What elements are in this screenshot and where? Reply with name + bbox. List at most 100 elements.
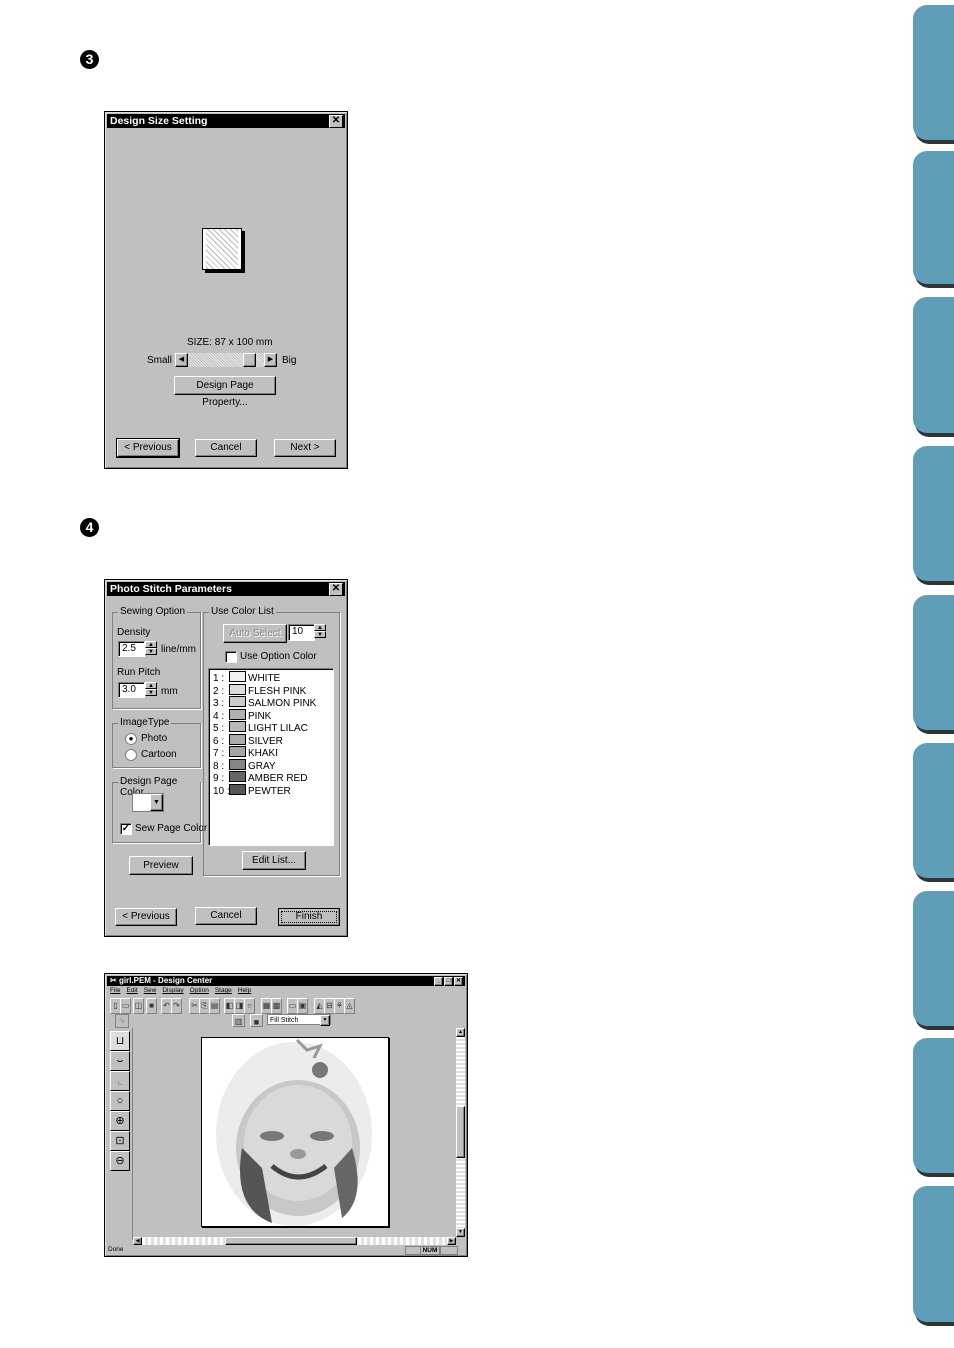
cancel-button[interactable]: Cancel: [195, 439, 257, 457]
import-icon[interactable]: ◫: [133, 998, 144, 1014]
color-list-item[interactable]: 4 : PINK: [213, 708, 271, 722]
minimize-icon[interactable]: _: [434, 977, 443, 986]
dialog-titlebar: Photo Stitch Parameters ✕: [107, 582, 345, 596]
scroll-right-icon[interactable]: ▶: [447, 1237, 456, 1245]
menu-file[interactable]: File: [110, 987, 120, 996]
zoom-out-icon[interactable]: ⊖: [110, 1151, 130, 1171]
previous-button[interactable]: < Previous: [116, 438, 180, 458]
slider-left-arrow-icon[interactable]: ◀: [175, 353, 188, 367]
design-page-property-button[interactable]: Design Page Property...: [174, 376, 276, 408]
color-list-item[interactable]: 3 : SALMON PINK: [213, 696, 316, 709]
open-file-icon[interactable]: ▭: [120, 998, 131, 1014]
horizontal-scrollbar[interactable]: ◀ ▶: [133, 1237, 456, 1245]
menu-option[interactable]: Option: [190, 987, 209, 996]
group-title: ImageType: [118, 717, 172, 728]
run-pitch-input[interactable]: 3.0: [118, 682, 145, 698]
scroll-left-icon[interactable]: ◀: [133, 1237, 142, 1245]
horizontal-scroll-thumb[interactable]: [225, 1237, 357, 1245]
color-list-item[interactable]: 1 : WHITE: [213, 671, 280, 684]
auto-select-button[interactable]: Auto Select: [223, 624, 287, 643]
line-stitch-icon[interactable]: ▥: [232, 1014, 245, 1027]
sew-page-color-label: Sew Page Color: [135, 823, 208, 834]
previous-button[interactable]: < Previous: [115, 908, 177, 926]
group-title: Use Color List: [209, 606, 276, 617]
sew-page-color-checkbox[interactable]: ✓: [120, 823, 132, 835]
line-tool-icon[interactable]: ⌞: [110, 1071, 130, 1091]
next-button[interactable]: Next >: [274, 439, 336, 457]
side-tab-7[interactable]: [913, 891, 954, 1026]
side-tab-6[interactable]: [913, 743, 954, 878]
stitch-type-value: Fill Stitch: [270, 1017, 299, 1024]
paste-icon[interactable]: ▤: [209, 998, 220, 1014]
circle-tool-icon[interactable]: ○: [110, 1091, 130, 1111]
menu-display[interactable]: Display: [162, 987, 183, 996]
side-tab-8[interactable]: [913, 1038, 954, 1173]
menu-stage[interactable]: Stage: [215, 987, 232, 996]
scroll-up-icon[interactable]: ▲: [456, 1028, 465, 1037]
slider-thumb[interactable]: [243, 353, 257, 367]
radio-photo[interactable]: ●: [125, 733, 137, 745]
color-count-input[interactable]: 10: [288, 624, 315, 641]
run-pitch-unit: mm: [161, 686, 178, 697]
radio-cartoon[interactable]: [125, 749, 137, 761]
maximize-icon[interactable]: □: [444, 977, 453, 986]
slider-right-arrow-icon[interactable]: ▶: [264, 353, 277, 367]
cancel-button[interactable]: Cancel: [195, 907, 257, 925]
density-input[interactable]: 2.5: [118, 641, 145, 657]
menu-edit[interactable]: Edit: [126, 987, 137, 996]
density-stepper[interactable]: ▲ ▼: [145, 641, 157, 655]
curve-tool-icon[interactable]: ⌣: [110, 1051, 130, 1071]
side-tab-5[interactable]: [913, 595, 954, 730]
dialog-title: Design Size Setting: [110, 115, 208, 127]
zoom-in-icon[interactable]: ⊕: [110, 1111, 130, 1131]
save-icon[interactable]: ■: [146, 998, 157, 1014]
color-swatch: [229, 733, 246, 745]
finish-button[interactable]: Finish: [278, 908, 340, 926]
color-list-item[interactable]: 6 : SILVER: [213, 733, 283, 747]
color-list-item[interactable]: 8 : GRAY: [213, 758, 276, 772]
window-titlebar: ✂ girl.PEM - Design Center _ □ ✕: [107, 976, 465, 986]
chevron-down-icon[interactable]: ▼: [150, 794, 163, 811]
design-canvas[interactable]: [133, 1028, 456, 1237]
color-list-item[interactable]: 9 : AMBER RED: [213, 771, 307, 784]
region-color-icon[interactable]: ■: [250, 1014, 263, 1027]
side-tab-1[interactable]: [913, 5, 954, 140]
color-count-stepper[interactable]: ▲ ▼: [314, 624, 326, 638]
preview-button[interactable]: Preview: [129, 856, 193, 875]
vertical-scrollbar[interactable]: ▲ ▼: [456, 1028, 465, 1237]
size-readout: SIZE: 87 x 100 mm: [187, 337, 273, 348]
run-pitch-stepper[interactable]: ▲ ▼: [145, 682, 157, 696]
close-icon[interactable]: ✕: [329, 583, 343, 596]
side-tab-4[interactable]: [913, 446, 954, 581]
select-tool-icon[interactable]: ⊔: [110, 1031, 130, 1051]
edit-list-button[interactable]: Edit List...: [242, 851, 306, 870]
side-tab-3[interactable]: [913, 297, 954, 433]
color-list-item[interactable]: 2 : FLESH PINK: [213, 683, 306, 697]
realistic-preview-icon[interactable]: ▣: [297, 998, 308, 1014]
run-pitch-label: Run Pitch: [117, 667, 161, 678]
zoom-area-icon[interactable]: ⊡: [110, 1131, 130, 1151]
image-icon[interactable]: ◬: [344, 998, 355, 1014]
step-marker-4: 4: [80, 518, 99, 537]
redo-icon[interactable]: ↷: [171, 998, 182, 1014]
color-list-item[interactable]: 5 : LIGHT LILAC: [213, 721, 308, 734]
menu-help[interactable]: Help: [238, 987, 251, 996]
chevron-down-icon[interactable]: ▼: [320, 1015, 330, 1026]
use-option-color-checkbox[interactable]: [225, 651, 237, 663]
rotate-icon[interactable]: ○: [244, 998, 255, 1014]
vertical-scroll-thumb[interactable]: [456, 1106, 465, 1158]
color-list[interactable]: 1 : WHITE 2 : FLESH PINK 3 : SALMON PINK 4 : PI…: [208, 668, 334, 846]
scroll-down-icon[interactable]: ▼: [456, 1228, 465, 1237]
page-color-dropdown[interactable]: ▼: [132, 793, 164, 812]
color-list-item[interactable]: 10 : PEWTER: [213, 783, 291, 797]
pattern-icon[interactable]: ▩: [271, 998, 282, 1014]
side-tab-9[interactable]: [913, 1186, 954, 1322]
menu-sew[interactable]: Sew: [144, 987, 157, 996]
size-slider[interactable]: ◀ ▶: [175, 353, 277, 367]
close-icon[interactable]: ✕: [454, 977, 463, 986]
line-sew-icon[interactable]: ∿: [115, 1014, 129, 1028]
close-icon[interactable]: ✕: [329, 115, 343, 128]
stitch-type-select[interactable]: Fill Stitch ▼: [267, 1014, 331, 1026]
color-list-item[interactable]: 7 : KHAKI: [213, 746, 278, 759]
side-tab-2[interactable]: [913, 151, 954, 284]
